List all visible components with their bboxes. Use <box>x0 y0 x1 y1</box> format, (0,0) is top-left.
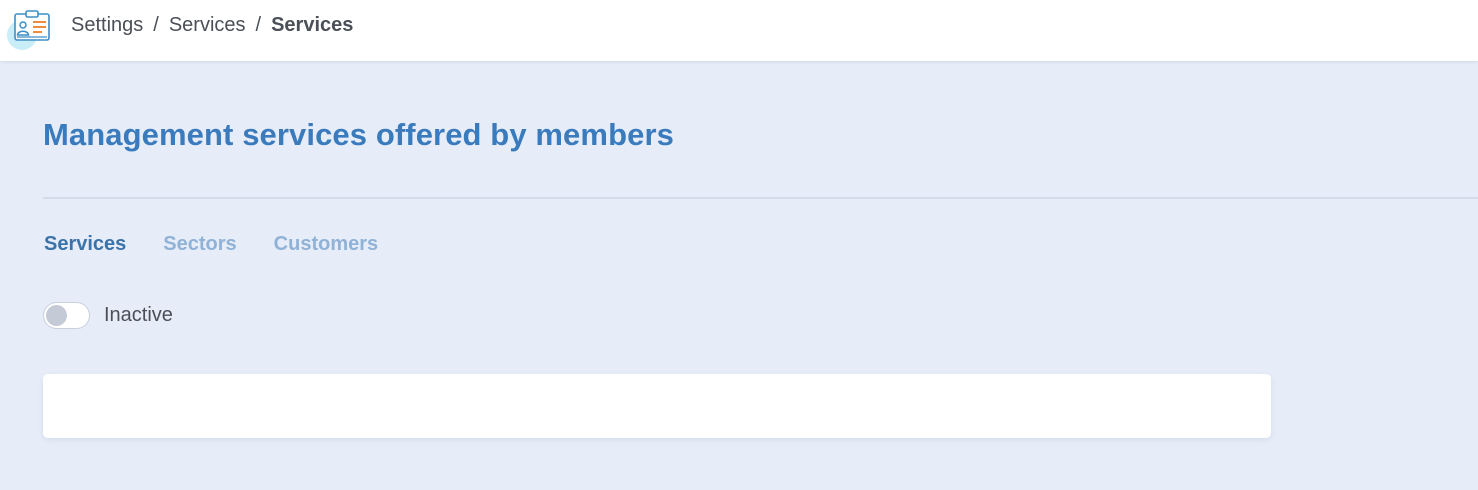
toggle-knob <box>46 305 67 326</box>
breadcrumb-current: Services <box>271 14 354 36</box>
tab-bar: Services Sectors Customers <box>44 233 415 256</box>
services-list-card <box>43 374 1271 438</box>
inactive-toggle[interactable] <box>43 302 90 329</box>
clipboard-icon-graphic <box>14 10 50 41</box>
inactive-filter: Inactive <box>43 302 173 329</box>
top-bar: Settings / Services / Services <box>0 0 1478 61</box>
tab-sectors[interactable]: Sectors <box>163 233 236 256</box>
tab-customers[interactable]: Customers <box>274 233 378 256</box>
breadcrumb: Settings / Services / Services <box>71 14 353 37</box>
breadcrumb-separator: / <box>255 14 262 36</box>
page-title: Management services offered by members <box>43 117 674 152</box>
breadcrumb-separator: / <box>153 14 159 36</box>
tab-services[interactable]: Services <box>44 233 126 256</box>
inactive-toggle-label: Inactive <box>104 304 173 326</box>
title-divider <box>43 197 1478 199</box>
clipboard-id-card-icon[interactable] <box>6 8 54 50</box>
breadcrumb-services[interactable]: Services <box>169 14 246 37</box>
breadcrumb-settings[interactable]: Settings <box>71 14 143 37</box>
